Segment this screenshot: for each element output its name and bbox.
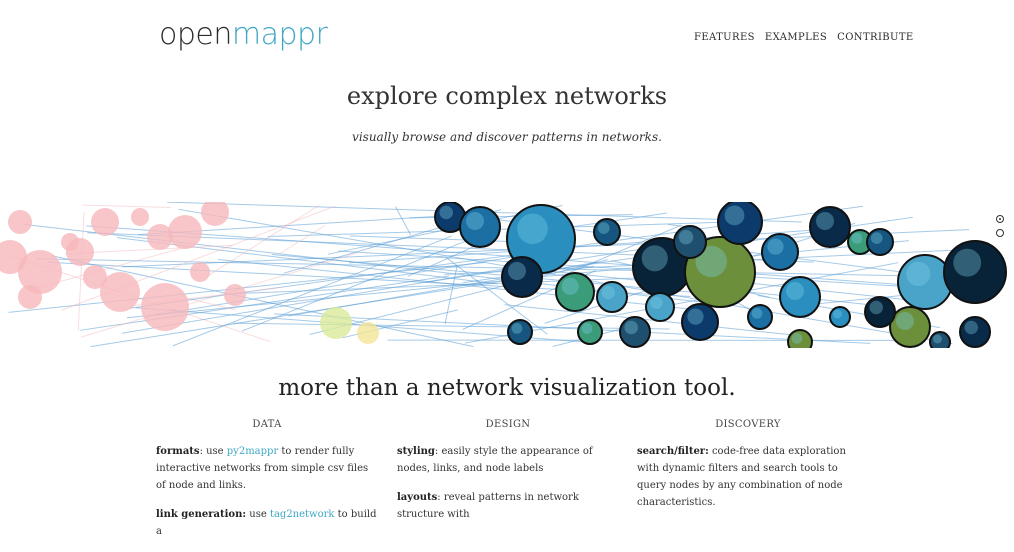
nav-features[interactable]: FEATURES <box>694 32 755 43</box>
network-node-highlight <box>852 233 863 244</box>
discovery-column: DISCOVERY search/filter: code-free data … <box>637 416 859 523</box>
carousel-dots <box>996 215 1006 243</box>
network-node-highlight <box>512 323 523 334</box>
network-node-highlight <box>752 308 763 319</box>
network-node-highlight <box>687 309 703 325</box>
network-node <box>18 285 42 309</box>
network-edge <box>78 212 84 331</box>
network-node-highlight <box>625 321 639 335</box>
py2mappr-link[interactable]: py2mappr <box>227 446 278 457</box>
network-node <box>131 208 149 226</box>
logo[interactable]: openmappr <box>159 17 327 52</box>
network-node <box>201 202 229 226</box>
network-node <box>168 215 202 249</box>
network-node <box>190 262 210 282</box>
data-heading: DATA <box>156 416 378 433</box>
design-item-layouts: layouts: reveal patterns in network stru… <box>397 489 619 523</box>
design-item-styling: styling: easily style the appearance of … <box>397 443 619 477</box>
top-nav: FEATURES EXAMPLES CONTRIBUTE <box>694 32 914 43</box>
network-node <box>61 233 79 251</box>
data-item-formats: formats: use py2mappr to render fully in… <box>156 443 378 494</box>
network-node <box>320 307 352 339</box>
network-node-highlight <box>602 286 616 300</box>
design-column: DESIGN styling: easily style the appeara… <box>397 416 619 535</box>
network-node-highlight <box>679 230 693 244</box>
network-node-highlight <box>792 333 803 344</box>
network-edge <box>233 323 670 329</box>
network-node-highlight <box>965 321 979 335</box>
network-node-highlight <box>896 312 914 330</box>
network-node <box>91 208 119 236</box>
network-node-highlight <box>933 335 942 344</box>
network-edge <box>396 207 411 235</box>
network-edge <box>445 266 457 324</box>
network-node <box>224 284 246 306</box>
carousel-dot-2[interactable] <box>996 229 1004 237</box>
network-node-highlight <box>508 262 526 280</box>
network-node-highlight <box>598 222 610 234</box>
nav-contribute[interactable]: CONTRIBUTE <box>837 32 914 43</box>
data-column: DATA formats: use py2mappr to render ful… <box>156 416 378 552</box>
network-node-highlight <box>871 232 883 244</box>
network-node-highlight <box>906 262 930 286</box>
network-node-highlight <box>786 282 804 300</box>
hero-subtitle: visually browse and discover patterns in… <box>0 130 1014 144</box>
network-node-highlight <box>562 278 579 295</box>
network-edge <box>280 225 325 253</box>
network-node <box>83 265 107 289</box>
network-node-highlight <box>833 310 842 319</box>
logo-text-mappr: mappr <box>232 17 328 52</box>
logo-text-open: open <box>159 17 232 52</box>
discovery-item-search-filter: search/filter: code-free data exploratio… <box>637 443 859 511</box>
network-edge <box>83 205 171 207</box>
data-item-link-generation: link generation: use tag2network to buil… <box>156 506 378 540</box>
network-node <box>8 210 32 234</box>
design-heading: DESIGN <box>397 416 619 433</box>
nav-examples[interactable]: EXAMPLES <box>765 32 827 43</box>
network-illustration <box>0 202 1014 348</box>
carousel-dot-1[interactable] <box>996 215 1004 223</box>
network-node-highlight <box>517 214 548 245</box>
network-node-highlight <box>582 323 593 334</box>
hero-title: explore complex networks <box>0 82 1014 110</box>
network-node-highlight <box>767 239 783 255</box>
network-node-highlight <box>953 249 981 277</box>
network-node-highlight <box>650 297 663 310</box>
tag2network-link[interactable]: tag2network <box>270 509 335 520</box>
discovery-heading: DISCOVERY <box>637 416 859 433</box>
network-node-highlight <box>870 301 884 315</box>
network-node-highlight <box>816 212 834 230</box>
network-banner-image <box>0 202 1014 348</box>
network-node-highlight <box>725 206 745 226</box>
network-node <box>141 283 189 331</box>
network-node-highlight <box>642 245 668 271</box>
network-node-highlight <box>466 212 484 230</box>
section-title: more than a network visualization tool. <box>0 375 1014 401</box>
network-node <box>357 322 379 344</box>
network-node-highlight <box>440 206 454 220</box>
